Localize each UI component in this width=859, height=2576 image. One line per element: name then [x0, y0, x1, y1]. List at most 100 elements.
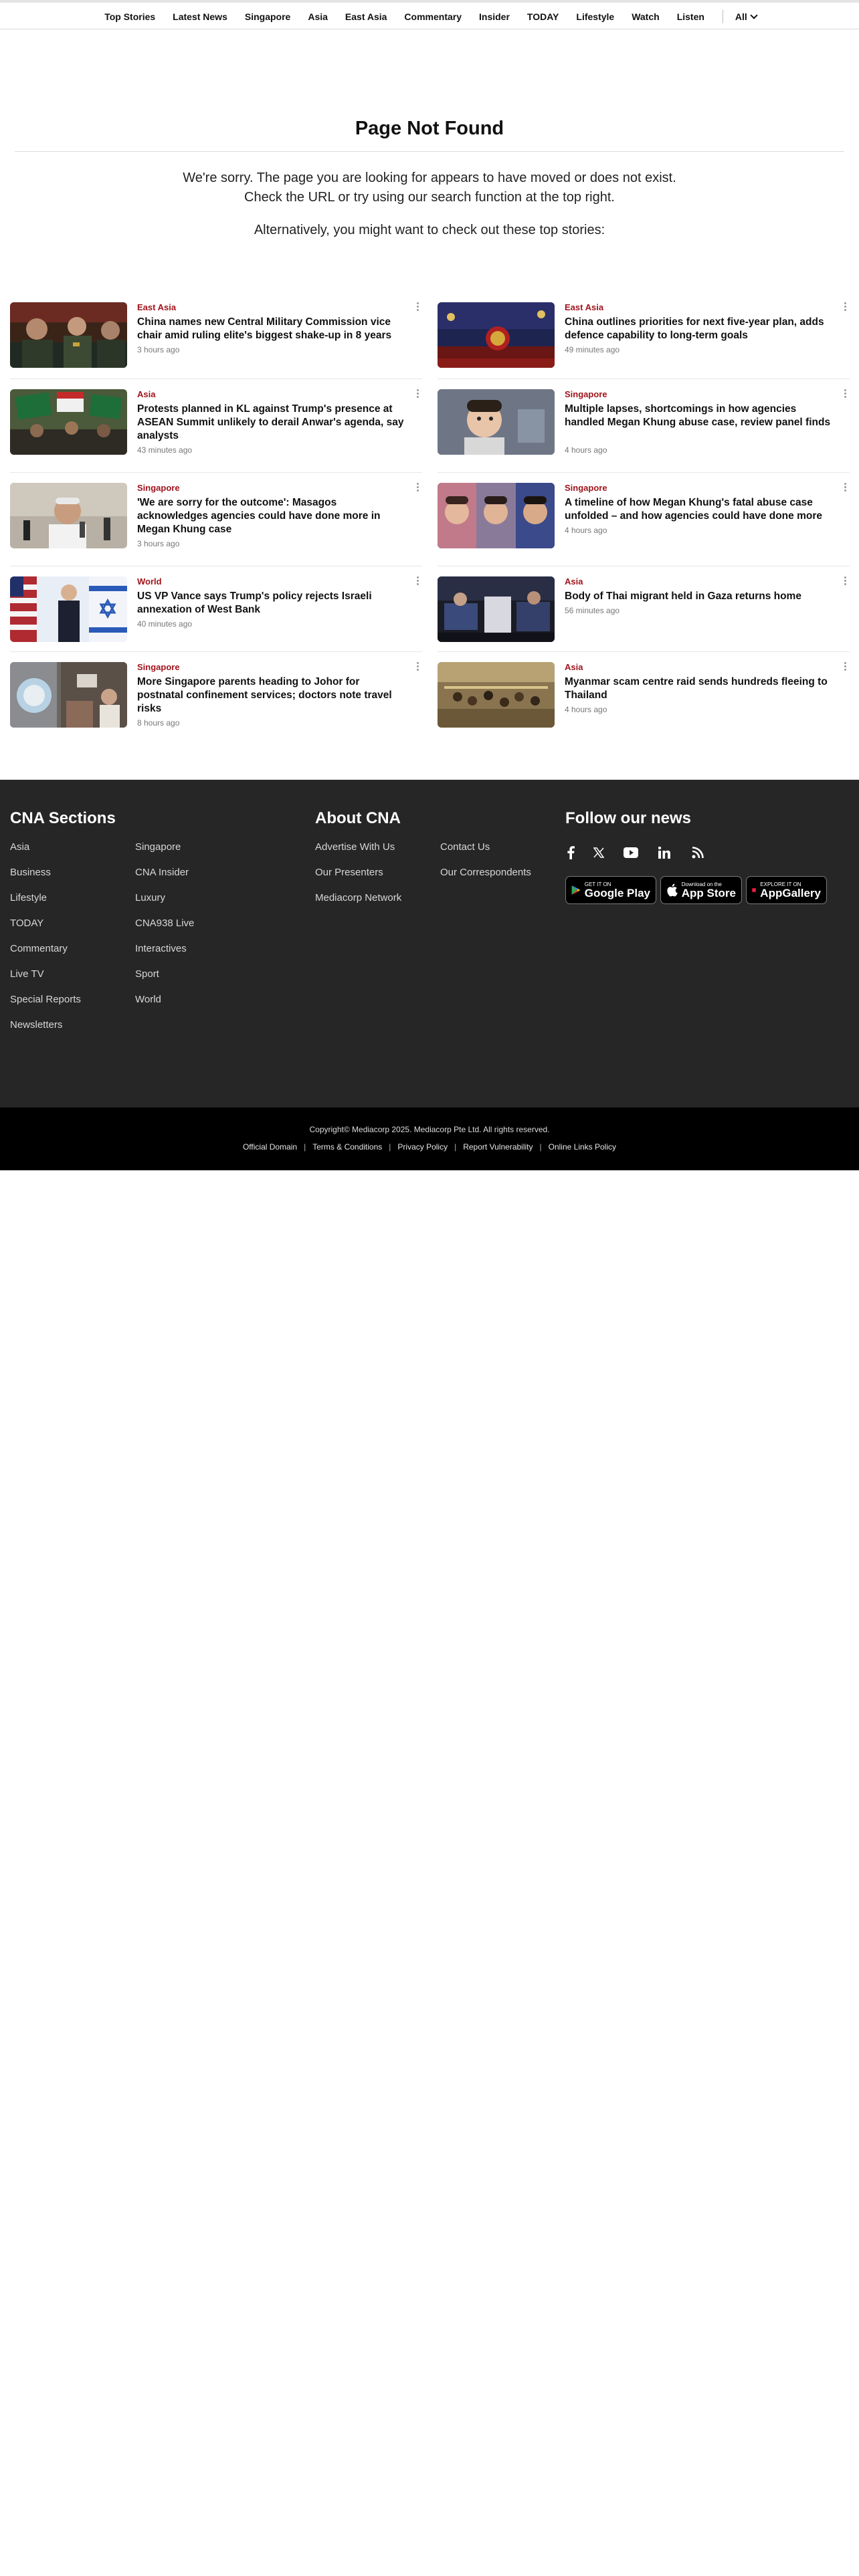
footer-link-presenters[interactable]: Our Presenters	[315, 867, 383, 878]
facebook-icon[interactable]	[562, 844, 579, 861]
linkedin-icon[interactable]	[656, 844, 673, 861]
story-thumbnail[interactable]	[10, 483, 127, 548]
more-options-icon[interactable]	[840, 483, 850, 496]
story-thumbnail[interactable]	[10, 302, 127, 368]
story-category[interactable]: Singapore	[565, 483, 607, 493]
app-gallery-badge[interactable]: EXPLORE IT ON AppGallery	[746, 876, 827, 904]
nav-all-dropdown[interactable]: All	[729, 9, 763, 24]
footer-link-lifestyle[interactable]: Lifestyle	[10, 892, 47, 903]
story-card[interactable]: World US VP Vance says Trump's policy re…	[10, 576, 422, 649]
footer-follow-title: Follow our news	[565, 809, 692, 827]
footer-link-singapore[interactable]: Singapore	[135, 841, 181, 853]
story-category[interactable]: East Asia	[565, 302, 603, 312]
nav-item-commentary[interactable]: Commentary	[395, 9, 470, 24]
story-card[interactable]: Singapore Multiple lapses, shortcomings …	[438, 389, 850, 461]
story-headline[interactable]: A timeline of how Megan Khung's fatal ab…	[565, 496, 832, 523]
footer-link-luxury[interactable]: Luxury	[135, 892, 165, 903]
footer-link-commentary[interactable]: Commentary	[10, 943, 68, 954]
story-thumbnail[interactable]	[438, 576, 555, 642]
story-card[interactable]: Singapore A timeline of how Megan Khung'…	[438, 483, 850, 555]
footer-link-today[interactable]: TODAY	[10, 918, 43, 929]
nav-item-lifestyle[interactable]: Lifestyle	[567, 9, 623, 24]
more-options-icon[interactable]	[840, 302, 850, 316]
nav-item-insider[interactable]: Insider	[470, 9, 518, 24]
rss-icon[interactable]	[689, 844, 706, 861]
footer-link-world[interactable]: World	[135, 994, 161, 1005]
copyright-bar: Copyright© Mediacorp 2025. Mediacorp Pte…	[0, 1107, 859, 1170]
youtube-icon[interactable]	[622, 844, 640, 861]
story-category[interactable]: World	[137, 576, 162, 586]
story-card[interactable]: Singapore 'We are sorry for the outcome'…	[10, 483, 422, 555]
story-thumbnail[interactable]	[438, 389, 555, 455]
more-options-icon[interactable]	[413, 662, 422, 675]
nav-item-watch[interactable]: Watch	[623, 9, 668, 24]
story-thumbnail[interactable]	[10, 662, 127, 728]
footer-link-correspondents[interactable]: Our Correspondents	[440, 867, 531, 878]
legal-link-report-vulnerability[interactable]: Report Vulnerability	[463, 1142, 533, 1152]
footer-link-contact-us[interactable]: Contact Us	[440, 841, 490, 853]
more-options-icon[interactable]	[840, 389, 850, 403]
more-options-icon[interactable]	[413, 389, 422, 403]
more-options-icon[interactable]	[413, 302, 422, 316]
story-headline[interactable]: US VP Vance says Trump's policy rejects …	[137, 590, 405, 617]
footer-link-advertise[interactable]: Advertise With Us	[315, 841, 395, 853]
footer-link-newsletters[interactable]: Newsletters	[10, 1019, 62, 1031]
story-category[interactable]: Asia	[137, 389, 155, 399]
story-headline[interactable]: 'We are sorry for the outcome': Masagos …	[137, 496, 405, 536]
story-headline[interactable]: Protests planned in KL against Trump's p…	[137, 403, 405, 443]
story-category[interactable]: East Asia	[137, 302, 176, 312]
nav-item-singapore[interactable]: Singapore	[236, 9, 299, 24]
nav-item-top-stories[interactable]: Top Stories	[96, 9, 164, 24]
app-gallery-big-text: AppGallery	[760, 886, 821, 899]
legal-link-online-links-policy[interactable]: Online Links Policy	[549, 1142, 616, 1152]
story-card[interactable]: East Asia China outlines priorities for …	[438, 302, 850, 374]
story-card[interactable]: Asia Body of Thai migrant held in Gaza r…	[438, 576, 850, 649]
legal-link-terms[interactable]: Terms & Conditions	[312, 1142, 382, 1152]
footer-link-sport[interactable]: Sport	[135, 968, 159, 980]
top-navigation-bar: Top Stories Latest News Singapore Asia E…	[0, 0, 859, 29]
story-headline[interactable]: Myanmar scam centre raid sends hundreds …	[565, 675, 832, 702]
google-play-badge[interactable]: GET IT ON Google Play	[565, 876, 656, 904]
footer-link-asia[interactable]: Asia	[10, 841, 29, 853]
story-category[interactable]: Singapore	[137, 483, 180, 493]
footer-link-interactives[interactable]: Interactives	[135, 943, 187, 954]
story-headline[interactable]: China outlines priorities for next five-…	[565, 316, 832, 342]
story-thumbnail[interactable]	[438, 483, 555, 548]
legal-link-official-domain[interactable]: Official Domain	[243, 1142, 297, 1152]
x-icon[interactable]	[590, 844, 607, 861]
story-category[interactable]: Singapore	[565, 389, 607, 399]
more-options-icon[interactable]	[413, 576, 422, 590]
footer-link-cna938-live[interactable]: CNA938 Live	[135, 918, 194, 929]
story-thumbnail[interactable]	[438, 662, 555, 728]
story-card[interactable]: East Asia China names new Central Milita…	[10, 302, 422, 374]
story-headline[interactable]: More Singapore parents heading to Johor …	[137, 675, 405, 716]
nav-item-today[interactable]: TODAY	[518, 9, 567, 24]
story-headline[interactable]: Body of Thai migrant held in Gaza return…	[565, 590, 832, 603]
nav-item-listen[interactable]: Listen	[668, 9, 713, 24]
app-store-badge[interactable]: Download on the App Store	[660, 876, 742, 904]
story-category[interactable]: Asia	[565, 576, 583, 586]
footer-link-special-reports[interactable]: Special Reports	[10, 994, 81, 1005]
nav-all-label: All	[735, 11, 747, 22]
nav-item-latest-news[interactable]: Latest News	[164, 9, 236, 24]
more-options-icon[interactable]	[413, 483, 422, 496]
more-options-icon[interactable]	[840, 576, 850, 590]
footer-link-cna-insider[interactable]: CNA Insider	[135, 867, 189, 878]
nav-item-asia[interactable]: Asia	[299, 9, 337, 24]
story-card[interactable]: Asia Protests planned in KL against Trum…	[10, 389, 422, 461]
story-card[interactable]: Asia Myanmar scam centre raid sends hund…	[438, 662, 850, 734]
footer-link-live-tv[interactable]: Live TV	[10, 968, 44, 980]
story-thumbnail[interactable]	[438, 302, 555, 368]
legal-link-privacy[interactable]: Privacy Policy	[397, 1142, 448, 1152]
nav-item-east-asia[interactable]: East Asia	[337, 9, 396, 24]
story-thumbnail[interactable]	[10, 576, 127, 642]
footer-link-business[interactable]: Business	[10, 867, 51, 878]
story-category[interactable]: Singapore	[137, 662, 180, 672]
story-headline[interactable]: China names new Central Military Commiss…	[137, 316, 405, 342]
story-card[interactable]: Singapore More Singapore parents heading…	[10, 662, 422, 734]
story-category[interactable]: Asia	[565, 662, 583, 672]
story-thumbnail[interactable]	[10, 389, 127, 455]
footer-link-mediacorp-network[interactable]: Mediacorp Network	[315, 892, 401, 903]
more-options-icon[interactable]	[840, 662, 850, 675]
story-headline[interactable]: Multiple lapses, shortcomings in how age…	[565, 403, 832, 429]
